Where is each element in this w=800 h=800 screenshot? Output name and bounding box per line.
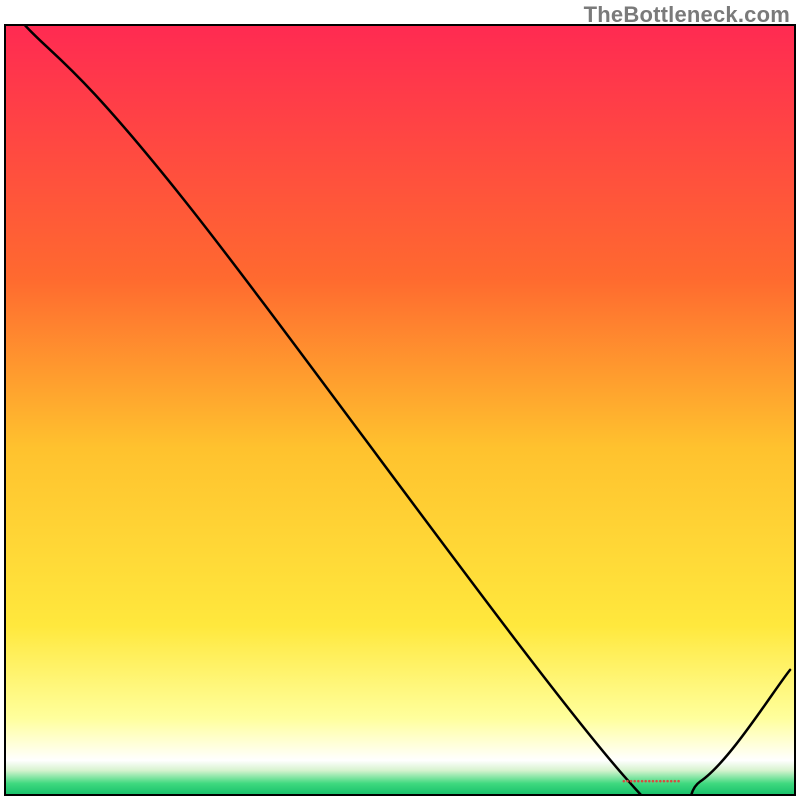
chart-svg bbox=[0, 0, 800, 800]
chart-stage: TheBottleneck.com •••••••••••••••• bbox=[0, 0, 800, 800]
minimum-marker: •••••••••••••••• bbox=[622, 776, 711, 786]
chart-background bbox=[5, 25, 795, 795]
